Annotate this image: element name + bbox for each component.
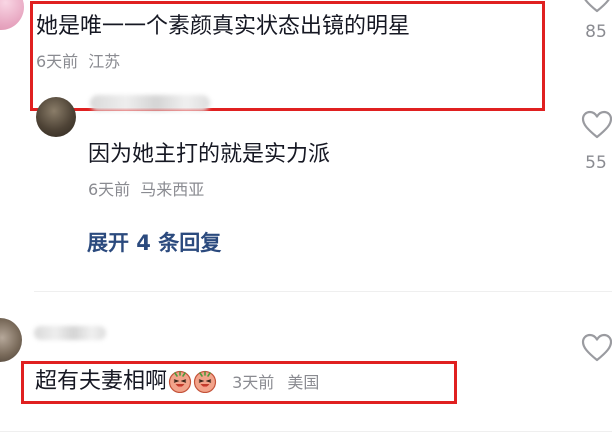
username-blurred[interactable] — [90, 95, 210, 111]
like-count: 55 — [585, 153, 607, 173]
username-blurred[interactable] — [34, 326, 106, 340]
laughing-face-emoji-icon — [193, 370, 217, 393]
divider — [0, 431, 612, 432]
comment-text: 因为她主打的就是实力派 — [88, 142, 331, 167]
avatar[interactable] — [0, 318, 22, 362]
expand-replies-link[interactable]: 展开 4 条回复 — [87, 230, 221, 256]
comment-location: 马来西亚 — [140, 180, 205, 199]
comment-text: 她是唯一一个素颜真实状态出镜的明星 — [36, 14, 411, 39]
comment-location: 美国 — [287, 373, 320, 392]
comment-text: 超有夫妻相啊 — [35, 369, 168, 394]
comment-meta: 6天前 马来西亚 — [88, 180, 214, 200]
comment-meta: 6天前 江苏 — [36, 52, 130, 72]
heart-icon[interactable] — [581, 110, 612, 140]
comment-time: 3天前 — [232, 373, 275, 392]
like-count: 85 — [585, 22, 607, 42]
heart-icon[interactable] — [581, 0, 612, 14]
comment-time: 6天前 — [88, 180, 131, 199]
comment-time: 6天前 — [36, 52, 79, 71]
avatar[interactable] — [36, 97, 76, 137]
heart-icon[interactable] — [581, 333, 612, 363]
comment-row: 超有夫妻相啊 3天前 美国 — [35, 368, 319, 396]
divider — [34, 291, 612, 292]
comment-location: 江苏 — [88, 52, 121, 71]
laughing-face-emoji-icon — [168, 370, 192, 393]
avatar[interactable] — [0, 0, 24, 30]
